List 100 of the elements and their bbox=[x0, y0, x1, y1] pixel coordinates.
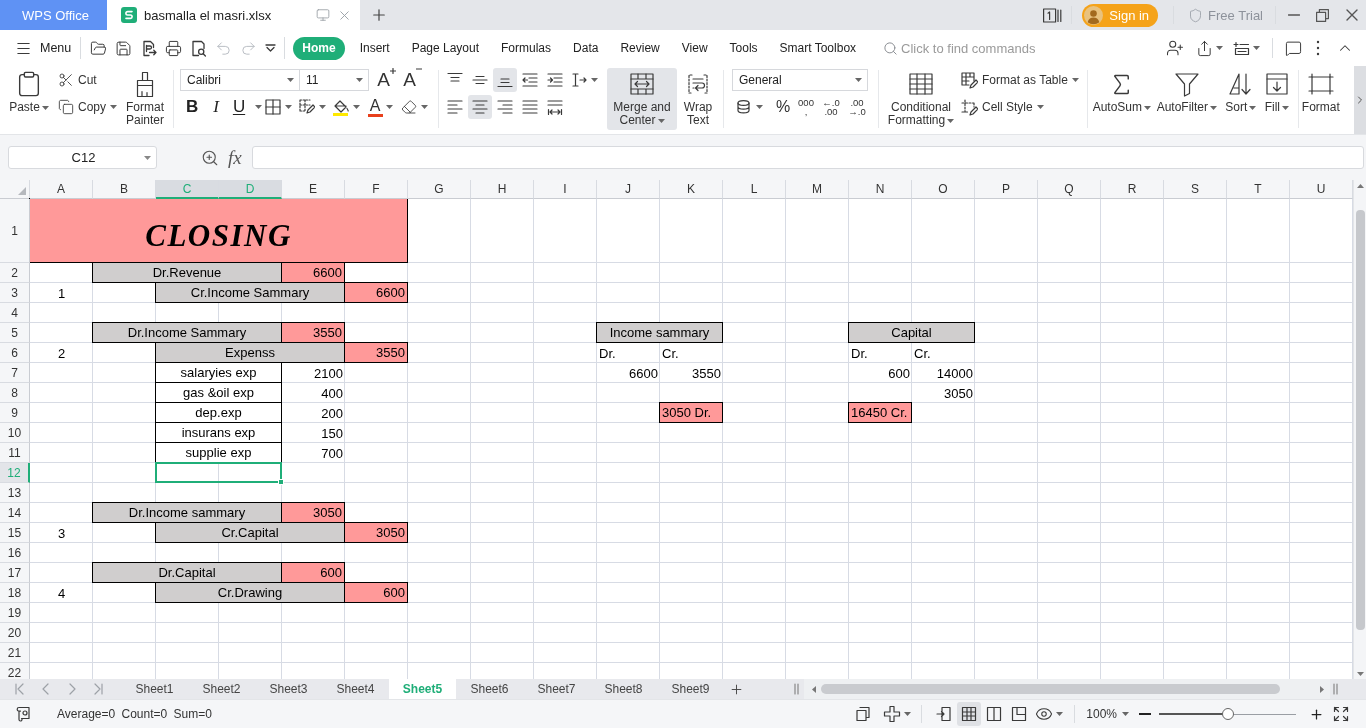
sheet-tab[interactable]: Sheet8 bbox=[590, 679, 657, 699]
scrollbar-thumb[interactable] bbox=[821, 684, 1280, 694]
scrollbar-thumb[interactable] bbox=[1355, 210, 1365, 630]
row-header[interactable]: 20 bbox=[0, 623, 30, 643]
comment-icon[interactable] bbox=[1285, 39, 1302, 57]
column-header[interactable]: S bbox=[1164, 180, 1227, 199]
thousands-button[interactable]: 000 , bbox=[794, 95, 818, 119]
decrease-font-button[interactable]: A bbox=[398, 68, 424, 92]
zoom-in-icon[interactable] bbox=[201, 148, 219, 167]
column-header[interactable]: T bbox=[1227, 180, 1290, 199]
column-header[interactable]: H bbox=[471, 180, 534, 199]
conditional-formatting-button[interactable]: Conditional Formatting bbox=[886, 68, 956, 130]
view-mode-button[interactable] bbox=[957, 702, 982, 726]
zoom-in-icon[interactable] bbox=[1309, 706, 1324, 722]
row-header[interactable]: 3 bbox=[0, 283, 30, 303]
sheet-tab[interactable]: Sheet1 bbox=[121, 679, 188, 699]
sheet-tab[interactable]: Sheet7 bbox=[523, 679, 590, 699]
column-header[interactable]: N bbox=[849, 180, 912, 199]
menu-tab[interactable]: Data bbox=[562, 36, 610, 60]
vertical-scrollbar[interactable] bbox=[1353, 180, 1366, 679]
column-header[interactable]: E bbox=[282, 180, 345, 199]
cross-button[interactable] bbox=[883, 705, 912, 723]
more-icon[interactable] bbox=[1316, 40, 1320, 56]
scroll-right-icon[interactable] bbox=[1320, 685, 1324, 693]
add-user-icon[interactable] bbox=[1166, 39, 1184, 57]
column-header[interactable]: Q bbox=[1038, 180, 1101, 199]
menu-tab[interactable]: Smart Toolbox bbox=[768, 36, 868, 60]
italic-button[interactable]: I bbox=[204, 95, 228, 119]
column-header[interactable]: P bbox=[975, 180, 1038, 199]
add-sheet-icon[interactable] bbox=[729, 681, 744, 697]
print-preview-icon[interactable] bbox=[190, 39, 208, 57]
menu-button[interactable]: Menu bbox=[15, 36, 72, 60]
column-header[interactable]: L bbox=[723, 180, 786, 199]
row-header[interactable]: 21 bbox=[0, 643, 30, 663]
share-button[interactable] bbox=[1196, 39, 1223, 57]
autofilter-button[interactable]: AutoFilter bbox=[1154, 68, 1219, 130]
new-tab-icon[interactable] bbox=[370, 6, 388, 24]
column-header[interactable]: R bbox=[1101, 180, 1164, 199]
format-button[interactable]: Format bbox=[1300, 68, 1341, 130]
format-as-table-button[interactable]: Format as Table bbox=[959, 68, 1081, 92]
column-header[interactable]: A bbox=[30, 180, 93, 199]
row-header[interactable]: 2 bbox=[0, 263, 30, 283]
row-header[interactable]: 18 bbox=[0, 583, 30, 603]
scroll-up-icon[interactable] bbox=[1356, 184, 1364, 188]
column-header[interactable]: F bbox=[345, 180, 408, 199]
scroll-down-icon[interactable] bbox=[1356, 672, 1364, 676]
sheet-tab[interactable]: Sheet6 bbox=[456, 679, 523, 699]
increase-font-button[interactable]: A bbox=[372, 68, 398, 92]
pages-icon[interactable] bbox=[855, 706, 872, 722]
name-box[interactable]: C12 bbox=[8, 146, 157, 169]
row-header[interactable]: 8 bbox=[0, 383, 30, 403]
horizontal-scrollbar[interactable] bbox=[804, 679, 1330, 699]
menu-tab[interactable]: Page Layout bbox=[400, 36, 491, 60]
format-painter-button[interactable]: Format Painter bbox=[121, 68, 169, 130]
row-header[interactable]: 15 bbox=[0, 523, 30, 543]
menu-tab[interactable]: Tools bbox=[718, 36, 769, 60]
align-bottom-button[interactable] bbox=[493, 68, 517, 92]
task-button[interactable] bbox=[1233, 39, 1260, 57]
eye-protection-button[interactable] bbox=[1035, 705, 1064, 723]
formula-input[interactable] bbox=[251, 146, 1364, 169]
scroll-icon[interactable] bbox=[15, 705, 33, 723]
row-header[interactable]: 11 bbox=[0, 443, 30, 463]
menu-tab[interactable]: Formulas bbox=[490, 36, 563, 60]
underline-button[interactable]: U bbox=[228, 95, 261, 119]
increase-decimal-button[interactable]: ←.0 .00 bbox=[818, 95, 844, 119]
cut-button[interactable]: Cut bbox=[56, 68, 99, 92]
row-header[interactable]: 10 bbox=[0, 423, 30, 443]
number-format-select[interactable]: General bbox=[732, 69, 868, 91]
font-color-button[interactable]: A bbox=[363, 95, 397, 119]
save-icon[interactable] bbox=[115, 39, 133, 57]
menu-tab[interactable]: View bbox=[670, 36, 719, 60]
decrease-decimal-button[interactable]: .00 →.0 bbox=[844, 95, 870, 119]
row-header[interactable]: 5 bbox=[0, 323, 30, 343]
column-header[interactable]: M bbox=[786, 180, 849, 199]
sheet-tab[interactable]: Sheet9 bbox=[657, 679, 724, 699]
font-size-select[interactable]: 11 bbox=[299, 69, 369, 91]
menu-tab[interactable]: Insert bbox=[348, 36, 401, 60]
zoom-dropdown[interactable]: 100% bbox=[1086, 707, 1129, 721]
fullscreen-icon[interactable] bbox=[1333, 706, 1349, 722]
row-header[interactable]: 6 bbox=[0, 343, 30, 363]
column-header[interactable]: G bbox=[408, 180, 471, 199]
row-header[interactable]: 16 bbox=[0, 543, 30, 563]
document-arrow-icon[interactable] bbox=[140, 39, 158, 57]
fill-button[interactable]: Fill bbox=[1261, 68, 1292, 130]
paste-button[interactable]: Paste bbox=[8, 68, 50, 130]
row-header[interactable]: 4 bbox=[0, 303, 30, 323]
row-header[interactable]: 22 bbox=[0, 663, 30, 679]
merge-center-button[interactable]: Merge and Center bbox=[607, 68, 677, 130]
menu-tab[interactable]: Review bbox=[609, 36, 671, 60]
scroll-left-icon[interactable] bbox=[812, 685, 816, 693]
row-header[interactable]: 19 bbox=[0, 603, 30, 623]
fill-handle[interactable] bbox=[278, 479, 284, 485]
percent-button[interactable]: % bbox=[772, 95, 794, 119]
row-header[interactable]: 7 bbox=[0, 363, 30, 383]
slider-thumb[interactable] bbox=[1221, 708, 1234, 720]
row-header[interactable]: 14 bbox=[0, 503, 30, 523]
font-name-select[interactable]: Calibri bbox=[180, 69, 300, 91]
customize-icon[interactable] bbox=[265, 44, 277, 52]
sheet-tab[interactable]: Sheet2 bbox=[188, 679, 255, 699]
row-header[interactable]: 13 bbox=[0, 483, 30, 503]
